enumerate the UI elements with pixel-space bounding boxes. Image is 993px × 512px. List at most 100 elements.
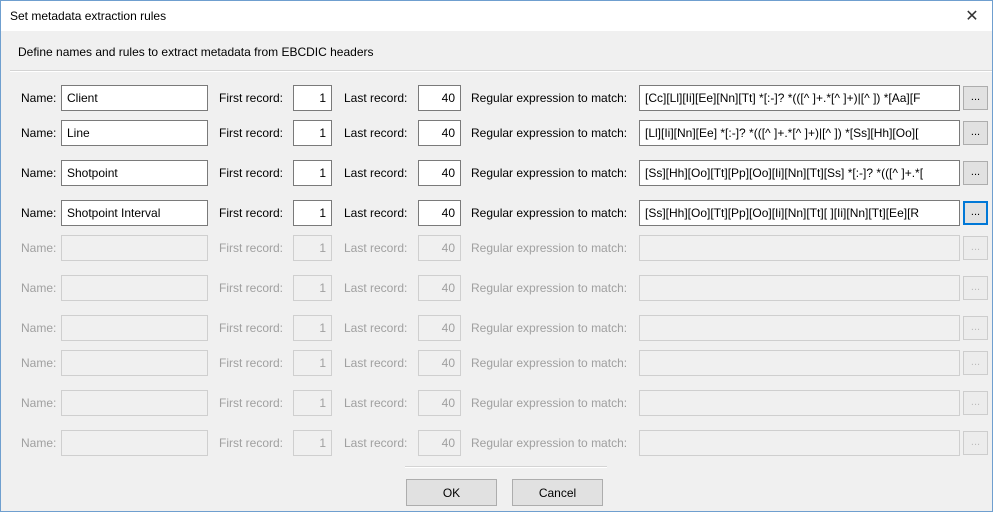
rule-row: Name: First record: 1 Last record: 40 Regular…: [1, 315, 993, 343]
regex-label: Regular expression to match:: [471, 281, 628, 295]
browse-regex-button: ...: [963, 236, 988, 260]
last-record-label: Last record:: [344, 206, 408, 220]
rule-name-field: [61, 235, 208, 261]
first-record-field: 1: [293, 275, 332, 301]
last-record-label: Last record:: [344, 321, 408, 335]
top-separator: [10, 70, 992, 72]
regex-field: [639, 430, 960, 456]
rule-name-field: [61, 390, 208, 416]
last-record-field[interactable]: 40: [418, 160, 461, 186]
first-record-label: First record:: [219, 241, 284, 255]
name-label: Name:: [21, 166, 57, 180]
first-record-field: 1: [293, 235, 332, 261]
first-record-field[interactable]: 1: [293, 120, 332, 146]
rule-name-field: [61, 315, 208, 341]
rule-name-field: [61, 275, 208, 301]
last-record-field: 40: [418, 235, 461, 261]
last-record-label: Last record:: [344, 396, 408, 410]
dialog-title: Set metadata extraction rules: [10, 9, 167, 23]
name-label: Name:: [21, 396, 57, 410]
rule-name-field[interactable]: Shotpoint: [61, 160, 208, 186]
rule-name-field: [61, 350, 208, 376]
last-record-label: Last record:: [344, 91, 408, 105]
last-record-label: Last record:: [344, 166, 408, 180]
regex-field[interactable]: [Cc][Ll][Ii][Ee][Nn][Tt] *[:-]? *(([^ ]+…: [639, 85, 960, 111]
regex-field: [639, 235, 960, 261]
last-record-field: 40: [418, 275, 461, 301]
regex-label: Regular expression to match:: [471, 241, 628, 255]
first-record-label: First record:: [219, 356, 284, 370]
rule-row: Name: First record: 1 Last record: 40 Regular…: [1, 350, 993, 378]
regex-field: [639, 275, 960, 301]
regex-field: [639, 315, 960, 341]
regex-field[interactable]: [Ss][Hh][Oo][Tt][Pp][Oo][Ii][Nn][Tt][ ][…: [639, 200, 960, 226]
first-record-field[interactable]: 1: [293, 160, 332, 186]
first-record-label: First record:: [219, 206, 284, 220]
first-record-field[interactable]: 1: [293, 85, 332, 111]
close-icon[interactable]: ✕: [952, 1, 992, 31]
last-record-field[interactable]: 40: [418, 120, 461, 146]
title-bar: Set metadata extraction rules ✕: [1, 1, 992, 31]
name-label: Name:: [21, 321, 57, 335]
dialog-description: Define names and rules to extract metada…: [18, 45, 374, 59]
first-record-label: First record:: [219, 321, 284, 335]
rule-row: Name: First record: 1 Last record: 40 Regular…: [1, 390, 993, 418]
regex-label: Regular expression to match:: [471, 396, 628, 410]
regex-field[interactable]: [Ll][Ii][Nn][Ee] *[:-]? *(([^ ]+.*[^ ]+)…: [639, 120, 960, 146]
rule-row: Name: Shotpoint Interval First record: 1 Las…: [1, 200, 993, 228]
last-record-field[interactable]: 40: [418, 200, 461, 226]
first-record-label: First record:: [219, 281, 284, 295]
bottom-separator: [405, 466, 607, 468]
regex-field[interactable]: [Ss][Hh][Oo][Tt][Pp][Oo][Ii][Nn][Tt][Ss]…: [639, 160, 960, 186]
rule-name-field[interactable]: Shotpoint Interval: [61, 200, 208, 226]
regex-label: Regular expression to match:: [471, 321, 628, 335]
rule-row: Name: First record: 1 Last record: 40 Regular…: [1, 430, 993, 458]
first-record-label: First record:: [219, 91, 284, 105]
regex-label: Regular expression to match:: [471, 436, 628, 450]
first-record-field: 1: [293, 430, 332, 456]
last-record-label: Last record:: [344, 126, 408, 140]
regex-label: Regular expression to match:: [471, 91, 628, 105]
cancel-button[interactable]: Cancel: [512, 479, 603, 506]
first-record-field: 1: [293, 315, 332, 341]
name-label: Name:: [21, 241, 57, 255]
metadata-rules-dialog: Set metadata extraction rules ✕ Define n…: [0, 0, 993, 512]
rule-name-field: [61, 430, 208, 456]
rule-row: Name: First record: 1 Last record: 40 Regular…: [1, 235, 993, 263]
browse-regex-button[interactable]: ...: [963, 201, 988, 225]
browse-regex-button[interactable]: ...: [963, 161, 988, 185]
name-label: Name:: [21, 91, 57, 105]
browse-regex-button: ...: [963, 391, 988, 415]
first-record-field[interactable]: 1: [293, 200, 332, 226]
last-record-field: 40: [418, 350, 461, 376]
regex-field: [639, 350, 960, 376]
browse-regex-button: ...: [963, 316, 988, 340]
browse-regex-button[interactable]: ...: [963, 86, 988, 110]
first-record-field: 1: [293, 350, 332, 376]
browse-regex-button[interactable]: ...: [963, 121, 988, 145]
regex-label: Regular expression to match:: [471, 126, 628, 140]
browse-regex-button: ...: [963, 431, 988, 455]
name-label: Name:: [21, 281, 57, 295]
name-label: Name:: [21, 206, 57, 220]
ok-button[interactable]: OK: [406, 479, 497, 506]
name-label: Name:: [21, 356, 57, 370]
last-record-label: Last record:: [344, 356, 408, 370]
last-record-field: 40: [418, 430, 461, 456]
last-record-field: 40: [418, 315, 461, 341]
rule-name-field[interactable]: Line: [61, 120, 208, 146]
rule-row: Name: First record: 1 Last record: 40 Regular…: [1, 275, 993, 303]
last-record-label: Last record:: [344, 436, 408, 450]
name-label: Name:: [21, 436, 57, 450]
last-record-field: 40: [418, 390, 461, 416]
first-record-label: First record:: [219, 396, 284, 410]
rule-row: Name: Shotpoint First record: 1 Last record:…: [1, 160, 993, 188]
name-label: Name:: [21, 126, 57, 140]
regex-label: Regular expression to match:: [471, 356, 628, 370]
rule-name-field[interactable]: Client: [61, 85, 208, 111]
regex-label: Regular expression to match:: [471, 166, 628, 180]
last-record-field[interactable]: 40: [418, 85, 461, 111]
first-record-label: First record:: [219, 126, 284, 140]
last-record-label: Last record:: [344, 281, 408, 295]
first-record-label: First record:: [219, 166, 284, 180]
